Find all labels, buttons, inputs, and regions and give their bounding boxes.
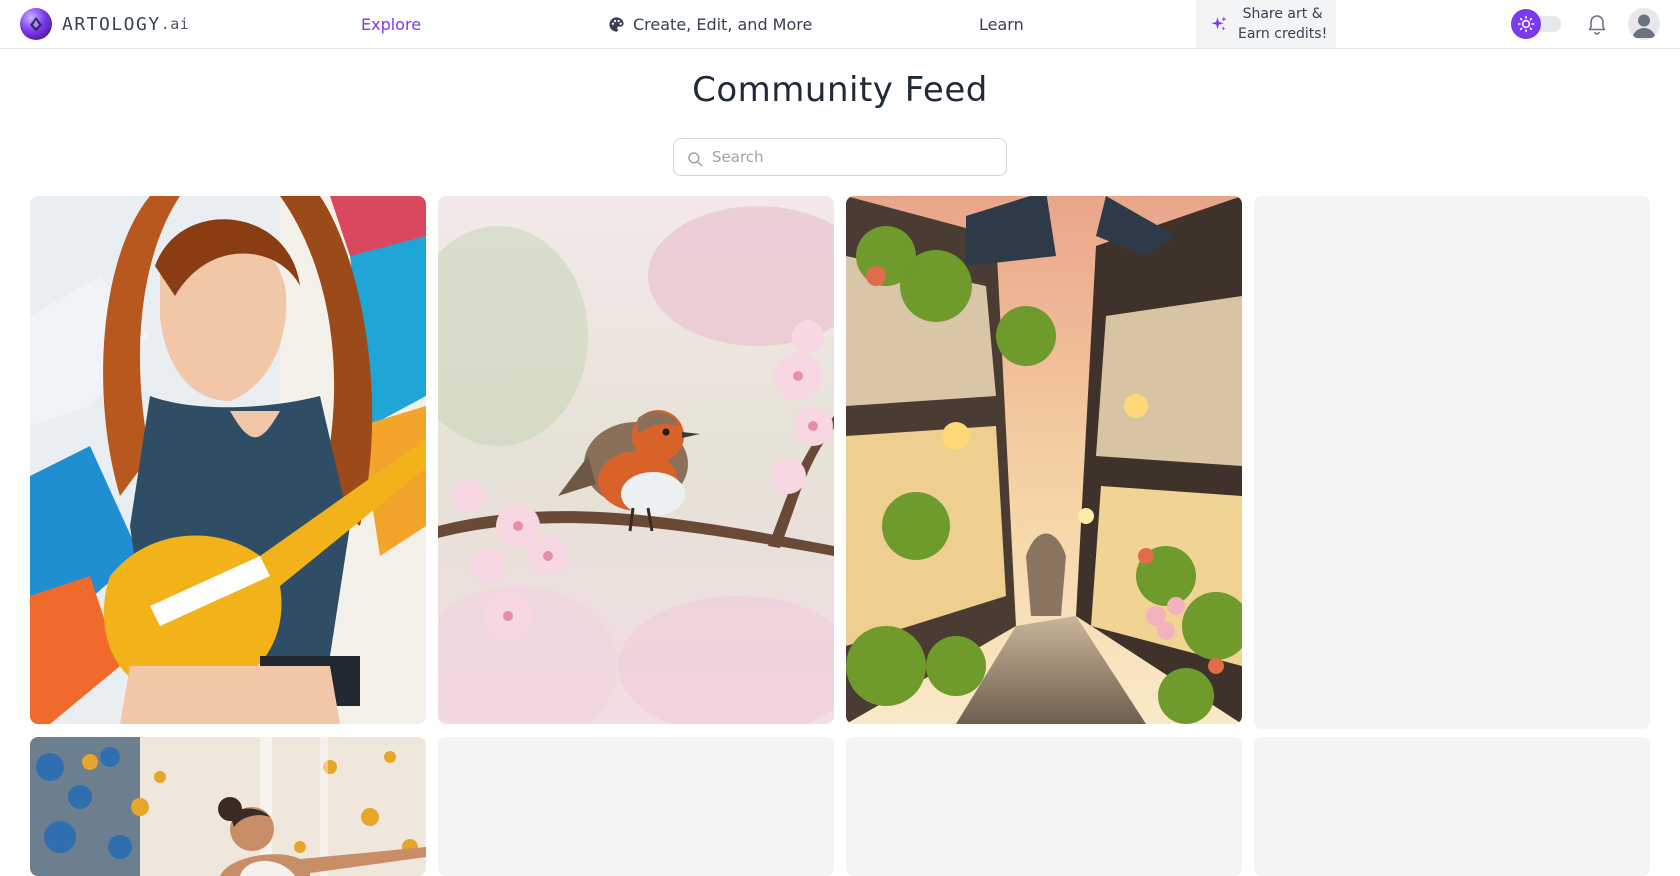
search-bar <box>673 138 1007 176</box>
share-earn-button[interactable]: Share art & Earn credits! <box>1196 0 1336 48</box>
feed-card-dancer[interactable] <box>30 737 426 876</box>
feed-card-placeholder[interactable] <box>438 737 834 876</box>
palette-icon <box>608 16 625 33</box>
feed-card-placeholder[interactable] <box>846 737 1242 876</box>
feed-card-placeholder[interactable] <box>1254 737 1650 876</box>
top-navbar: ARTOLOGY .ai Explore Create, Edit, and M… <box>0 0 1680 49</box>
nav-explore[interactable]: Explore <box>361 0 421 48</box>
user-avatar[interactable] <box>1628 8 1660 40</box>
share-earn-label: Share art & Earn credits! <box>1238 4 1327 44</box>
logo-icon <box>20 8 52 40</box>
nav-create-edit-more[interactable]: Create, Edit, and More <box>608 0 812 48</box>
nav-learn-label: Learn <box>979 14 1024 34</box>
artwork-image <box>30 196 426 724</box>
feed-card-placeholder[interactable] <box>1254 196 1650 729</box>
share-line-1: Share art & <box>1242 6 1323 22</box>
artwork-image <box>846 196 1242 724</box>
brand-logo[interactable]: ARTOLOGY .ai <box>20 8 189 40</box>
search-input[interactable] <box>712 139 1002 175</box>
user-icon <box>1632 14 1656 38</box>
sun-icon <box>1511 9 1541 39</box>
feed-card-village-alley[interactable] <box>846 196 1242 724</box>
brand-name: ARTOLOGY <box>62 13 161 35</box>
nav-create-label: Create, Edit, and More <box>633 14 813 34</box>
page-title: Community Feed <box>692 70 988 110</box>
share-line-2: Earn credits! <box>1238 26 1328 42</box>
artwork-image <box>438 196 834 724</box>
feed-card-guitarist[interactable] <box>30 196 426 724</box>
theme-toggle[interactable] <box>1511 9 1563 39</box>
nav-explore-label: Explore <box>361 14 422 34</box>
artwork-image <box>30 737 426 876</box>
feed-card-robin[interactable] <box>438 196 834 724</box>
brand-suffix: .ai <box>160 15 190 33</box>
bell-icon[interactable] <box>1585 12 1609 36</box>
sparkle-icon <box>1210 15 1228 33</box>
search-icon <box>686 150 704 172</box>
nav-learn[interactable]: Learn <box>979 0 1024 48</box>
